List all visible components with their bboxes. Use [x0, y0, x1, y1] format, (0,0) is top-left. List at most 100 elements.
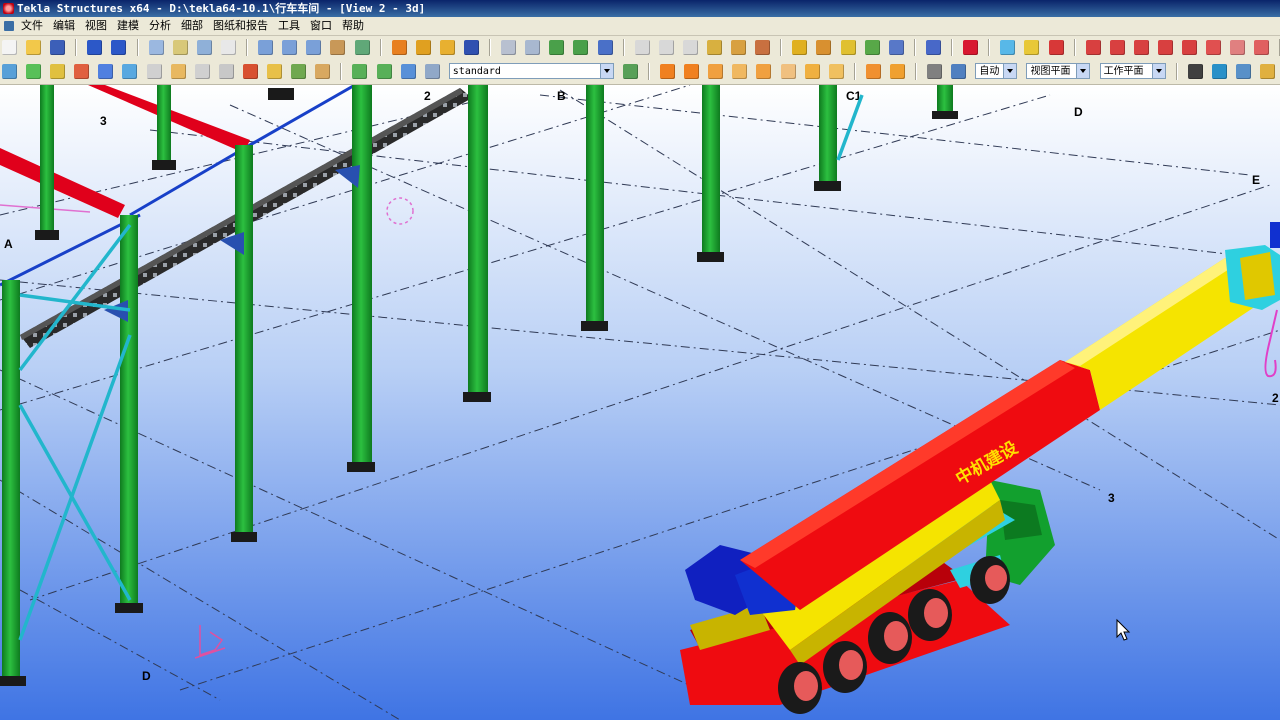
menu-model[interactable]: 建模	[112, 17, 144, 35]
select-filter-icon[interactable]	[424, 64, 440, 79]
document-icon[interactable]	[4, 21, 14, 31]
menu-window[interactable]: 窗口	[305, 17, 337, 35]
select-single-bolts-icon[interactable]	[267, 64, 283, 79]
select-grids-icon[interactable]	[122, 64, 138, 79]
purlin-tool-icon[interactable]	[1182, 40, 1198, 55]
open-view-icon[interactable]	[282, 40, 298, 55]
select-parts-switch-icon[interactable]	[50, 64, 66, 79]
snap-any-position-icon[interactable]	[927, 64, 943, 79]
menu-help[interactable]: 帮助	[337, 17, 369, 35]
column-tool-icon[interactable]	[1109, 40, 1125, 55]
select-welds-icon[interactable]	[170, 64, 186, 79]
snap-points-icon[interactable]	[708, 64, 724, 79]
chevron-down-icon[interactable]	[599, 64, 613, 78]
measure-icon[interactable]	[792, 40, 808, 55]
select-switch-icon[interactable]	[2, 64, 17, 79]
bolt-tool-icon[interactable]	[1254, 40, 1270, 55]
menu-drawings-reports[interactable]: 图纸和报告	[208, 17, 273, 35]
polybeam-tool-icon[interactable]	[1206, 40, 1222, 55]
snap-end-points-icon[interactable]	[732, 64, 748, 79]
select-points-icon[interactable]	[98, 64, 114, 79]
filter-settings-icon[interactable]	[622, 64, 638, 79]
select-parts-icon[interactable]	[525, 40, 541, 55]
selection-filter-combo[interactable]: standard	[448, 63, 614, 79]
view-plane-combo[interactable]: 视图平面	[1026, 63, 1091, 79]
grid-icon[interactable]	[354, 40, 370, 55]
snap-geometry-lines-icon[interactable]	[684, 64, 700, 79]
snap-nearest-point-icon[interactable]	[890, 64, 905, 79]
curved-beam-icon[interactable]	[1230, 40, 1246, 55]
inquire-icon[interactable]	[597, 40, 613, 55]
snap-reference-lines-icon[interactable]	[660, 64, 676, 79]
snap-end-icon[interactable]	[634, 40, 650, 55]
menu-view[interactable]: 视图	[80, 17, 112, 35]
model-canvas[interactable]: 3 2 B C1 D E 3 2 A 6 B 6 C D	[0, 85, 1280, 720]
component-catalog-icon[interactable]	[391, 40, 407, 55]
select-gridlines-icon[interactable]	[146, 64, 162, 79]
snap-intersections-icon[interactable]	[804, 64, 820, 79]
redo-icon[interactable]	[111, 40, 127, 55]
clash-check-icon[interactable]	[573, 40, 589, 55]
select-bolts-icon[interactable]	[242, 64, 258, 79]
beam-tool-icon[interactable]	[1085, 40, 1101, 55]
undo-icon[interactable]	[87, 40, 103, 55]
model-view-3d[interactable]: 3 2 B C1 D E 3 2 A 6 B 6 C D	[0, 85, 1280, 720]
report-icon[interactable]	[864, 40, 880, 55]
select-all-icon[interactable]	[501, 40, 517, 55]
lock-icon[interactable]	[1024, 40, 1040, 55]
chevron-down-icon[interactable]	[1076, 64, 1090, 78]
smart-select-icon[interactable]	[1187, 64, 1203, 79]
select-views-icon[interactable]	[218, 64, 234, 79]
drawing-list-icon[interactable]	[840, 40, 856, 55]
paste-icon[interactable]	[196, 40, 212, 55]
work-plane-combo[interactable]: 工作平面	[1099, 63, 1166, 79]
print-icon[interactable]	[148, 40, 164, 55]
select-objects-in-hierarchy-icon[interactable]	[400, 64, 416, 79]
snap-intersect-icon[interactable]	[682, 40, 698, 55]
mark-icon[interactable]	[816, 40, 832, 55]
tekla-app-icon[interactable]	[3, 3, 14, 14]
snap-mid-icon[interactable]	[658, 40, 674, 55]
numbering-icon[interactable]	[549, 40, 565, 55]
select-reinforcement-icon[interactable]	[291, 64, 307, 79]
template-icon[interactable]	[888, 40, 904, 55]
select-assemblies-icon[interactable]	[315, 64, 331, 79]
custom-component-icon[interactable]	[463, 40, 479, 55]
connection-icon[interactable]	[415, 40, 431, 55]
select-surface-icon[interactable]	[74, 64, 90, 79]
snap-perpendicular-icon[interactable]	[828, 64, 844, 79]
select-components-icon[interactable]	[26, 64, 42, 79]
snap-midpoints-icon[interactable]	[780, 64, 796, 79]
new-model-icon[interactable]	[2, 40, 17, 55]
snap-depth-combo[interactable]: 自动	[975, 63, 1018, 79]
bracing-tool-icon[interactable]	[1157, 40, 1173, 55]
snap-line-icon[interactable]	[731, 40, 747, 55]
menu-edit[interactable]: 编辑	[48, 17, 80, 35]
select-objects-in-component-icon[interactable]	[376, 64, 392, 79]
detail-icon[interactable]	[439, 40, 455, 55]
select-cuts-icon[interactable]	[194, 64, 210, 79]
menu-detailing[interactable]: 细部	[176, 17, 208, 35]
snap-extensions-icon[interactable]	[951, 64, 967, 79]
snap-center-icon[interactable]	[755, 40, 771, 55]
phase-icon[interactable]	[1000, 40, 1016, 55]
open-model-icon[interactable]	[26, 40, 42, 55]
check-icon[interactable]	[1048, 40, 1064, 55]
clipboard-icon[interactable]	[220, 40, 236, 55]
cut-icon[interactable]	[330, 40, 346, 55]
save-icon[interactable]	[50, 40, 66, 55]
snap-nearest-icon[interactable]	[707, 40, 722, 55]
plate-tool-icon[interactable]	[1133, 40, 1149, 55]
snap-centers-icon[interactable]	[756, 64, 772, 79]
export-icon[interactable]	[925, 40, 941, 55]
menu-tools[interactable]: 工具	[273, 17, 305, 35]
chevron-down-icon[interactable]	[1003, 64, 1017, 78]
view-fit-icon[interactable]	[1260, 64, 1276, 79]
ortho-icon[interactable]	[1235, 64, 1251, 79]
copy-icon[interactable]	[172, 40, 188, 55]
stop-icon[interactable]	[963, 40, 979, 55]
menu-file[interactable]: 文件	[16, 17, 48, 35]
snap-lines-icon[interactable]	[865, 64, 881, 79]
chevron-down-icon[interactable]	[1151, 64, 1165, 78]
drag-drop-icon[interactable]	[1211, 64, 1227, 79]
